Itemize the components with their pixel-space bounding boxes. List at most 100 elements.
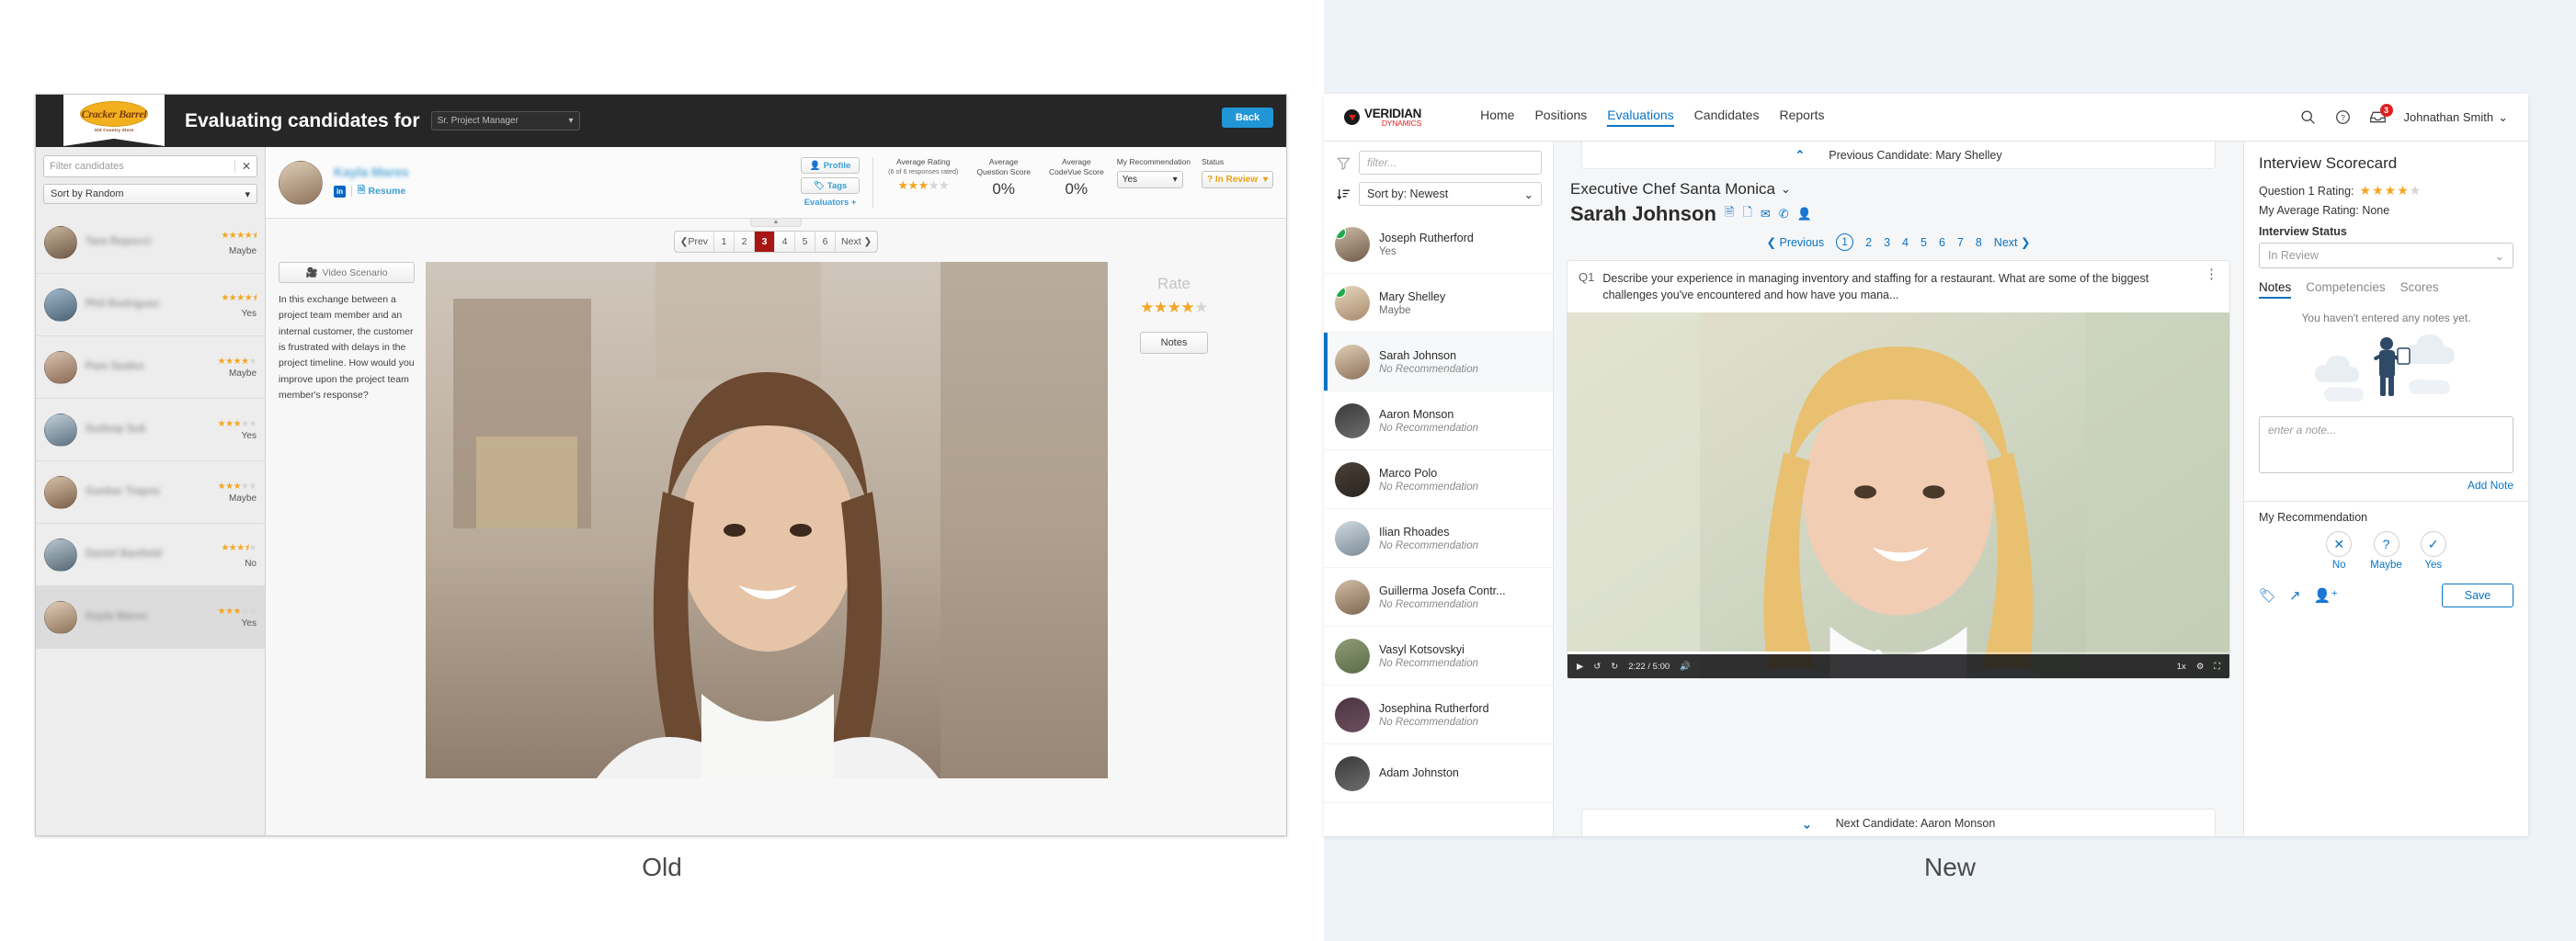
list-item[interactable]: Sudeep Suk ★★★★★ Yes <box>36 399 265 461</box>
tag-icon[interactable]: 🏷 <box>2259 587 2276 604</box>
question-menu-icon[interactable]: ⋮ <box>2205 267 2218 281</box>
add-note-link[interactable]: Add Note <box>2259 479 2513 492</box>
add-user-icon[interactable]: 👤⁺ <box>2314 587 2339 604</box>
back-button[interactable]: Back <box>1222 108 1273 128</box>
volume-icon[interactable]: 🔊 <box>1680 662 1691 672</box>
pager-prev[interactable]: ❮Prev <box>675 232 715 252</box>
linkedin-icon[interactable]: in <box>334 185 346 198</box>
star-empty: ★ <box>248 418 257 429</box>
sort-select[interactable]: Sort by Random ▾ <box>43 184 257 204</box>
pager-page[interactable]: 2 <box>735 232 756 252</box>
save-button[interactable]: Save <box>2442 584 2513 607</box>
play-icon[interactable]: ▶ <box>1577 662 1583 672</box>
pager-page[interactable]: 1 <box>714 232 735 252</box>
list-item[interactable]: Aaron Monson No Recommendation <box>1324 391 1553 450</box>
list-item[interactable]: Kayla Mares ★★★★★ Yes <box>36 586 265 649</box>
pager-page[interactable]: 1 <box>1836 233 1854 251</box>
list-item[interactable]: Daniel Banfield ★★★⯨★ No <box>36 524 265 586</box>
pager-next[interactable]: Next ❯ <box>836 232 877 252</box>
tags-button[interactable]: 🏷 Tags <box>801 177 861 194</box>
list-item[interactable]: Josephina Rutherford No Recommendation <box>1324 686 1553 744</box>
nav-item-candidates[interactable]: Candidates <box>1694 108 1760 127</box>
status-select[interactable]: ? In Review ▾ <box>1202 171 1273 188</box>
pager-page[interactable]: 4 <box>1902 236 1909 249</box>
list-item[interactable]: Gunkar Trapos ★★★★★ Maybe <box>36 461 265 524</box>
pager-page[interactable]: 8 <box>1976 236 1982 249</box>
collapse-header-toggle[interactable]: ▲ <box>750 219 802 227</box>
previous-candidate-band[interactable]: ⌃ Previous Candidate: Mary Shelley <box>1581 142 2216 169</box>
interview-status-select[interactable]: In Review ⌄ <box>2259 243 2513 268</box>
my-recommendation-select[interactable]: Yes ▾ <box>1116 171 1183 188</box>
star-filled: ★ <box>918 177 929 192</box>
pager-page[interactable]: 2 <box>1865 236 1872 249</box>
list-item[interactable]: Guillerma Josefa Contr... No Recommendati… <box>1324 568 1553 627</box>
nav-item-positions[interactable]: Positions <box>1534 108 1587 127</box>
candidate-name: Kayla Mares <box>334 164 409 179</box>
list-item[interactable]: ✓ Mary Shelley Maybe <box>1324 274 1553 333</box>
list-item[interactable]: Sarah Johnson No Recommendation <box>1324 333 1553 391</box>
pager-page[interactable]: 3 <box>755 232 776 252</box>
pager-page[interactable]: 4 <box>775 232 796 252</box>
profile-button[interactable]: 👤 Profile <box>801 157 861 174</box>
notes-button[interactable]: Notes <box>1140 332 1208 354</box>
pager-page[interactable]: 5 <box>1921 236 1927 249</box>
list-item[interactable]: Adam Johnston <box>1324 744 1553 803</box>
phone-icon[interactable]: ✆ <box>1779 207 1789 221</box>
fullscreen-icon[interactable]: ⛶ <box>2214 662 2220 672</box>
resume-link[interactable]: 🗎 Resume <box>358 183 405 199</box>
inbox-icon[interactable]: 3 <box>2369 103 2393 127</box>
forward-icon[interactable]: ↻ <box>1611 662 1618 672</box>
list-item[interactable]: Ilian Rhoades No Recommendation <box>1324 509 1553 568</box>
note-input[interactable]: enter a note... <box>2259 416 2513 473</box>
rate-stars[interactable]: ★★★★★ <box>1119 299 1229 317</box>
resume-icon[interactable]: 🗎 <box>1725 204 1734 224</box>
user-menu[interactable]: Johnathan Smith ⌄ <box>2404 110 2508 125</box>
position-selector[interactable]: Executive Chef Santa Monica ⌄ <box>1570 180 2230 198</box>
list-item[interactable]: Pam Seales ★★★★★ Maybe <box>36 336 265 399</box>
settings-gear-icon[interactable]: ⚙ <box>2196 662 2205 672</box>
star-half: ⯨ <box>252 292 256 303</box>
pager-page[interactable]: 5 <box>795 232 816 252</box>
recommendation-no[interactable]: ✕ No <box>2326 531 2353 571</box>
tab-competencies[interactable]: Competencies <box>2306 280 2385 299</box>
list-item[interactable]: Marco Polo No Recommendation <box>1324 450 1553 509</box>
candidate-video-player[interactable]: ▶ ↺ ↻ 2:22 / 5:00 🔊 1x ⚙ ⛶ <box>1567 312 2229 679</box>
evaluators-link[interactable]: Evaluators + <box>801 198 860 208</box>
playback-speed[interactable]: 1x <box>2177 662 2186 672</box>
tab-scores[interactable]: Scores <box>2400 280 2439 299</box>
profile-icon[interactable]: 👤 <box>1797 207 1812 221</box>
document-icon[interactable]: 🗋 <box>1742 204 1751 224</box>
share-icon[interactable]: ↗ <box>2289 587 2301 604</box>
pager-page[interactable]: 3 <box>1884 236 1890 249</box>
filter-input[interactable]: filter... <box>1359 151 1542 175</box>
nav-item-home[interactable]: Home <box>1480 108 1514 127</box>
candidate-name: Marco Polo <box>1379 467 1438 481</box>
nav-item-evaluations[interactable]: Evaluations <box>1607 108 1674 127</box>
sort-select[interactable]: Sort by: Newest ⌄ <box>1359 182 1542 206</box>
help-icon[interactable]: ? <box>2334 108 2353 127</box>
pager-prev[interactable]: ❮ Previous <box>1767 235 1825 249</box>
recommendation-yes[interactable]: ✓ Yes <box>2420 531 2446 571</box>
filter-candidates-input[interactable]: Filter candidates ✕ <box>43 155 257 177</box>
recommendation-label: No Recommendation <box>1379 716 1479 728</box>
pager-next[interactable]: Next ❯ <box>1994 235 2031 249</box>
email-icon[interactable]: ✉ <box>1761 207 1771 221</box>
video-scenario-button[interactable]: 🎥 Video Scenario <box>279 262 415 283</box>
position-select[interactable]: Sr. Project Manager ▾ <box>430 111 580 130</box>
list-item[interactable]: Tara Repucci ★★★★⯨ Maybe <box>36 211 265 274</box>
question-rating-stars[interactable]: ★★★★★ <box>2360 183 2422 198</box>
next-candidate-band[interactable]: ⌃ Next Candidate: Aaron Monson <box>1581 809 2216 836</box>
rewind-icon[interactable]: ↺ <box>1593 662 1601 672</box>
list-item[interactable]: ✓ Joseph Rutherford Yes <box>1324 215 1553 274</box>
clear-filter-icon[interactable]: ✕ <box>234 160 251 173</box>
list-item[interactable]: Phil Rodriguez ★★★★⯨ Yes <box>36 274 265 336</box>
candidate-video-player[interactable] <box>426 262 1108 778</box>
nav-item-reports[interactable]: Reports <box>1780 108 1825 127</box>
list-item[interactable]: Vasyl Kotsovskyi No Recommendation <box>1324 627 1553 686</box>
pager-page[interactable]: 7 <box>1957 236 1964 249</box>
pager-page[interactable]: 6 <box>815 232 837 252</box>
tab-notes[interactable]: Notes <box>2259 280 2292 299</box>
search-icon[interactable] <box>2299 108 2318 127</box>
recommendation-maybe[interactable]: ? Maybe <box>2370 531 2402 571</box>
pager-page[interactable]: 6 <box>1939 236 1945 249</box>
